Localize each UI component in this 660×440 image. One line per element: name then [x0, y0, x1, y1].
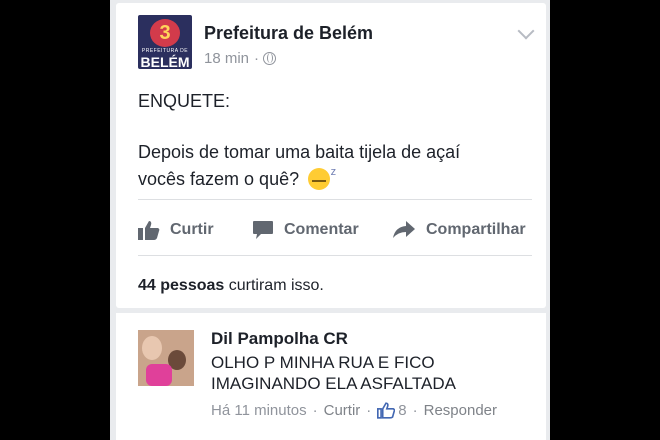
- meta-separator: ·: [254, 50, 260, 67]
- question-line-1: Depois de tomar uma baita tijela de açaí: [138, 142, 461, 162]
- thumbs-up-icon: [377, 402, 396, 419]
- share-label: Compartilhar: [426, 221, 526, 238]
- comment-like-count: 8: [398, 402, 407, 419]
- comment-time[interactable]: Há 11 minutos: [211, 402, 307, 419]
- comment-button[interactable]: Comentar: [252, 213, 359, 247]
- avatar-baby: [146, 364, 172, 386]
- likes-summary: 44 pessoas curtiram isso.: [138, 277, 324, 295]
- question-line-2: vocês fazem o quê?: [138, 169, 300, 189]
- comment-label: Comentar: [284, 221, 359, 238]
- post: 3 PREFEITURA DE BELÉM Prefeitura de Belé…: [116, 3, 546, 308]
- comment: Dil Pampolha CR OLHO P MINHA RUA E FICO …: [116, 313, 546, 440]
- sleeping-face-icon: [308, 159, 336, 190]
- comment-like-button[interactable]: Curtir: [324, 402, 361, 419]
- action-bar: Curtir Comentar Compartilhar: [116, 213, 546, 247]
- logo-name: BELÉM: [140, 54, 190, 69]
- meta-separator: ·: [312, 402, 318, 419]
- like-button[interactable]: Curtir: [138, 213, 214, 247]
- comment-meta: Há 11 minutos · Curtir · 8 · Responder: [211, 402, 497, 419]
- thumbs-up-icon: [138, 221, 160, 240]
- post-time[interactable]: 18 min: [204, 50, 249, 67]
- share-icon: [393, 221, 415, 238]
- comment-text: OLHO P MINHA RUA E FICO IMAGINANDO ELA A…: [211, 353, 456, 393]
- comment-icon: [253, 221, 273, 239]
- chevron-down-icon[interactable]: [517, 22, 535, 40]
- share-button[interactable]: Compartilhar: [392, 213, 526, 247]
- post-question: Depois de tomar uma baita tijela de açaí…: [138, 139, 538, 193]
- page-logo[interactable]: 3 PREFEITURA DE BELÉM: [138, 15, 192, 69]
- post-heading: ENQUETE:: [138, 91, 231, 111]
- post-body: ENQUETE: Depois de tomar uma baita tijel…: [138, 89, 538, 193]
- logo-mark: 3: [150, 19, 180, 47]
- facebook-card: 3 PREFEITURA DE BELÉM Prefeitura de Belé…: [110, 0, 550, 440]
- reply-button[interactable]: Responder: [424, 402, 497, 419]
- divider: [138, 255, 532, 256]
- avatar-person: [142, 336, 162, 360]
- globe-icon: [263, 52, 277, 65]
- likes-count[interactable]: 44 pessoas: [138, 277, 224, 294]
- post-meta: 18 min ·: [204, 50, 277, 67]
- post-header: 3 PREFEITURA DE BELÉM Prefeitura de Belé…: [116, 3, 546, 83]
- meta-separator: ·: [412, 402, 418, 419]
- meta-separator: ·: [366, 402, 372, 419]
- likes-text: curtiram isso.: [228, 277, 324, 294]
- like-label: Curtir: [170, 221, 214, 238]
- page-name[interactable]: Prefeitura de Belém: [204, 23, 373, 44]
- divider: [138, 199, 532, 200]
- avatar[interactable]: [138, 330, 194, 386]
- comment-author[interactable]: Dil Pampolha CR: [211, 329, 348, 349]
